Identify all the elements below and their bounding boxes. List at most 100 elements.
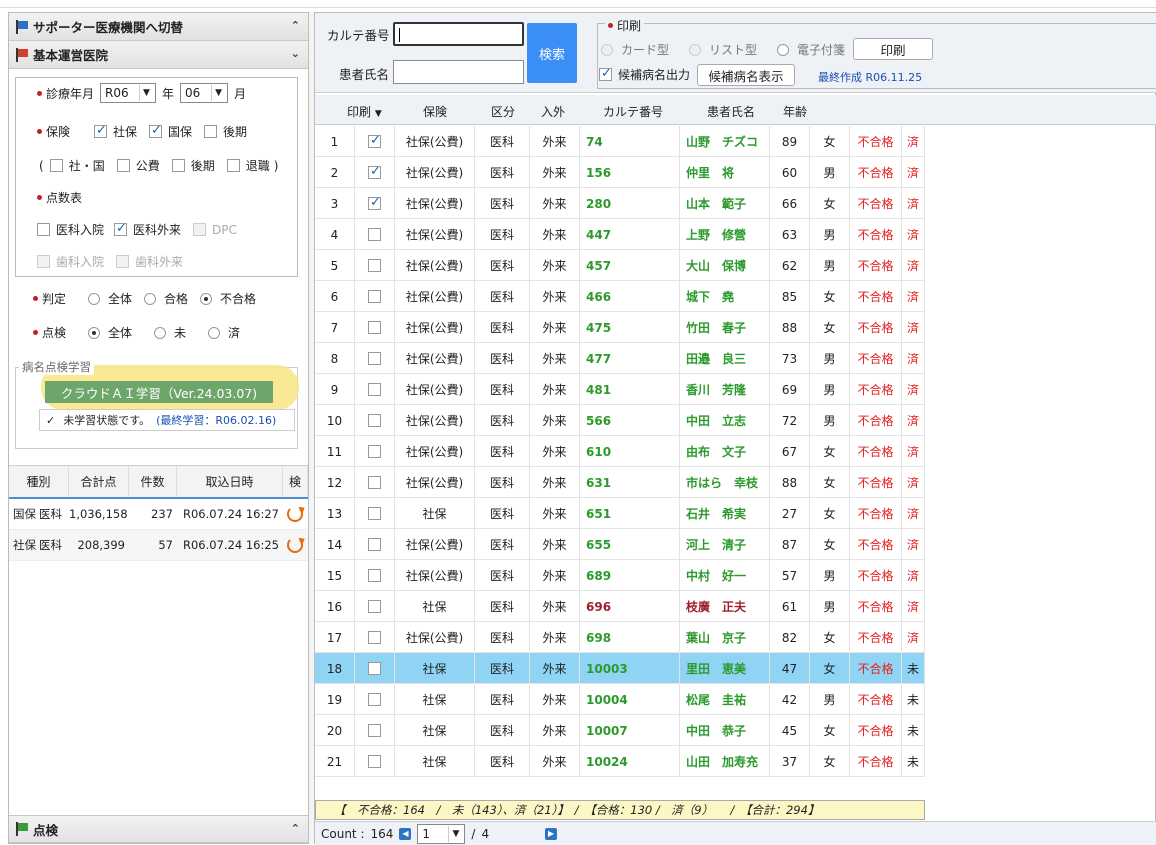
month-select[interactable]: 06 ▼ xyxy=(180,83,229,103)
print-checkbox[interactable] xyxy=(368,476,381,489)
row-print-checkbox[interactable] xyxy=(355,281,395,312)
kouki-sub-checkbox[interactable] xyxy=(171,159,185,172)
print-checkbox[interactable] xyxy=(368,228,381,241)
table-row[interactable]: 18 社保 医科 外来 10003 里田 恵美 47 女不合格未 xyxy=(315,653,925,684)
hantei-pass-radio[interactable] xyxy=(144,292,157,305)
row-print-checkbox[interactable] xyxy=(355,219,395,250)
shika-gairai-checkbox[interactable] xyxy=(116,255,130,268)
print-checkbox[interactable] xyxy=(368,755,381,768)
row-print-checkbox[interactable] xyxy=(355,343,395,374)
row-print-checkbox[interactable] xyxy=(355,715,395,746)
print-checkbox[interactable] xyxy=(368,259,381,272)
table-row[interactable]: 4 社保(公費) 医科 外来 447 上野 修營 63 男不合格済 xyxy=(315,219,925,250)
kouho-display-button[interactable]: 候補病名表示 xyxy=(697,64,795,86)
row-print-checkbox[interactable] xyxy=(355,529,395,560)
card-radio[interactable] xyxy=(601,43,613,56)
tenken-all-radio[interactable] xyxy=(88,326,101,339)
print-checkbox[interactable] xyxy=(368,631,381,644)
karte-input[interactable] xyxy=(393,22,524,46)
col-kubun[interactable]: 区分 xyxy=(491,103,515,120)
col-hoken[interactable]: 保険 xyxy=(423,103,447,120)
table-row[interactable]: 20 社保 医科 外来 10007 中田 恭子 45 女不合格未 xyxy=(315,715,925,746)
hantei-all-radio[interactable] xyxy=(88,292,101,305)
table-row[interactable]: 7 社保(公費) 医科 外来 475 竹田 春子 88 女不合格済 xyxy=(315,312,925,343)
print-checkbox[interactable] xyxy=(368,133,381,148)
col-age[interactable]: 年齢 xyxy=(783,103,807,120)
shika-nyuin-checkbox[interactable] xyxy=(37,255,50,268)
col-print[interactable]: 印刷 ▼ xyxy=(347,103,382,120)
print-checkbox[interactable] xyxy=(368,321,381,334)
row-print-checkbox[interactable] xyxy=(355,653,395,684)
tenken-header[interactable]: 点検 ⌃ xyxy=(9,815,308,843)
dpc-checkbox[interactable] xyxy=(193,223,207,236)
row-print-checkbox[interactable] xyxy=(355,467,395,498)
year-select[interactable]: R06 ▼ xyxy=(100,83,157,103)
row-print-checkbox[interactable] xyxy=(355,436,395,467)
row-print-checkbox[interactable] xyxy=(355,591,395,622)
list-radio[interactable] xyxy=(689,43,702,56)
table-row[interactable]: 5 社保(公費) 医科 外来 457 大山 保博 62 男不合格済 xyxy=(315,250,925,281)
col-patient[interactable]: 患者氏名 xyxy=(707,103,755,120)
row-print-checkbox[interactable] xyxy=(355,250,395,281)
label-radio[interactable] xyxy=(777,43,790,56)
col-count[interactable]: 件数 xyxy=(129,466,177,497)
table-row[interactable]: 社保 医科 208,399 57 R06.07.24 16:25 xyxy=(9,530,308,561)
refresh-icon[interactable] xyxy=(287,506,303,522)
table-row[interactable]: 16 社保 医科 外来 696 枝廣 正夫 61 男不合格済 xyxy=(315,591,925,622)
print-checkbox[interactable] xyxy=(368,507,381,520)
prev-page-icon[interactable]: ◀ xyxy=(399,827,412,840)
col-total[interactable]: 合計点 xyxy=(69,466,129,497)
taishoku-checkbox[interactable] xyxy=(226,159,240,172)
print-checkbox[interactable] xyxy=(368,195,381,210)
col-karte[interactable]: カルテ番号 xyxy=(603,103,663,120)
col-shubetsu[interactable]: 種別 xyxy=(9,466,69,497)
table-row[interactable]: 15 社保(公費) 医科 外来 689 中村 好一 57 男不合格済 xyxy=(315,560,925,591)
refresh-icon[interactable] xyxy=(287,537,303,553)
row-print-checkbox[interactable] xyxy=(355,126,395,157)
table-row[interactable]: 10 社保(公費) 医科 外来 566 中田 立志 72 男不合格済 xyxy=(315,405,925,436)
table-row[interactable]: 2 社保(公費)医科外来156仲里 将60男不合格済 xyxy=(315,157,925,188)
print-checkbox[interactable] xyxy=(368,352,381,365)
table-row[interactable]: 19 社保 医科 外来 10004 松尾 圭祐 42 男不合格未 xyxy=(315,684,925,715)
next-page-icon[interactable]: ▶ xyxy=(545,827,558,840)
kouki-checkbox[interactable] xyxy=(204,125,218,138)
table-row[interactable]: 14 社保(公費) 医科 外来 655 河上 清子 87 女不合格済 xyxy=(315,529,925,560)
print-checkbox[interactable] xyxy=(368,414,381,427)
hantei-fail-radio[interactable] xyxy=(200,292,213,305)
row-print-checkbox[interactable] xyxy=(355,188,395,219)
row-print-checkbox[interactable] xyxy=(355,374,395,405)
chevron-down-icon[interactable]: ⌄ xyxy=(291,47,300,60)
row-print-checkbox[interactable] xyxy=(355,622,395,653)
shakoku-checkbox[interactable] xyxy=(49,159,63,172)
row-print-checkbox[interactable] xyxy=(355,746,395,777)
col-check[interactable]: 検 xyxy=(283,466,308,497)
supporter-switch-header[interactable]: サポーター医療機関へ切替 ⌃ xyxy=(9,13,308,41)
patient-input[interactable] xyxy=(393,60,524,84)
table-row[interactable]: 11 社保(公費) 医科 外来 610 由布 文子 67 女不合格済 xyxy=(315,436,925,467)
print-checkbox[interactable] xyxy=(368,600,381,613)
row-print-checkbox[interactable] xyxy=(355,312,395,343)
row-print-checkbox[interactable] xyxy=(355,498,395,529)
tenken-zumi-radio[interactable] xyxy=(208,326,221,339)
table-row[interactable]: 8 社保(公費) 医科 外来 477 田邉 良三 73 男不合格済 xyxy=(315,343,925,374)
table-row[interactable]: 国保 医科 1,036,158 237 R06.07.24 16:27 xyxy=(9,499,308,530)
table-row[interactable]: 1 社保(公費)医科外来74山野 チズコ89女不合格済 xyxy=(315,126,925,157)
table-row[interactable]: 17 社保(公費) 医科 外来 698 葉山 京子 82 女不合格済 xyxy=(315,622,925,653)
hospital-header[interactable]: 基本運営医院 ⌄ xyxy=(9,41,308,69)
col-datetime[interactable]: 取込日時 xyxy=(177,466,283,497)
print-checkbox[interactable] xyxy=(368,569,381,582)
row-print-checkbox[interactable] xyxy=(355,560,395,591)
ika-gairai-checkbox[interactable] xyxy=(114,221,128,236)
page-select[interactable]: 1 ▼ xyxy=(417,823,466,844)
print-checkbox[interactable] xyxy=(368,383,381,396)
table-row[interactable]: 12 社保(公費) 医科 外来 631 市はら 幸枝 88 女不合格済 xyxy=(315,467,925,498)
print-checkbox[interactable] xyxy=(368,164,381,179)
print-button[interactable]: 印刷 xyxy=(853,38,933,60)
ika-nyuin-checkbox[interactable] xyxy=(37,223,50,236)
table-row[interactable]: 6 社保(公費) 医科 外来 466 城下 堯 85 女不合格済 xyxy=(315,281,925,312)
col-nyugai[interactable]: 入外 xyxy=(541,103,565,120)
chevron-up-icon[interactable]: ⌃ xyxy=(291,19,300,32)
chevron-up-icon[interactable]: ⌃ xyxy=(291,822,300,835)
row-print-checkbox[interactable] xyxy=(355,405,395,436)
row-print-checkbox[interactable] xyxy=(355,157,395,188)
